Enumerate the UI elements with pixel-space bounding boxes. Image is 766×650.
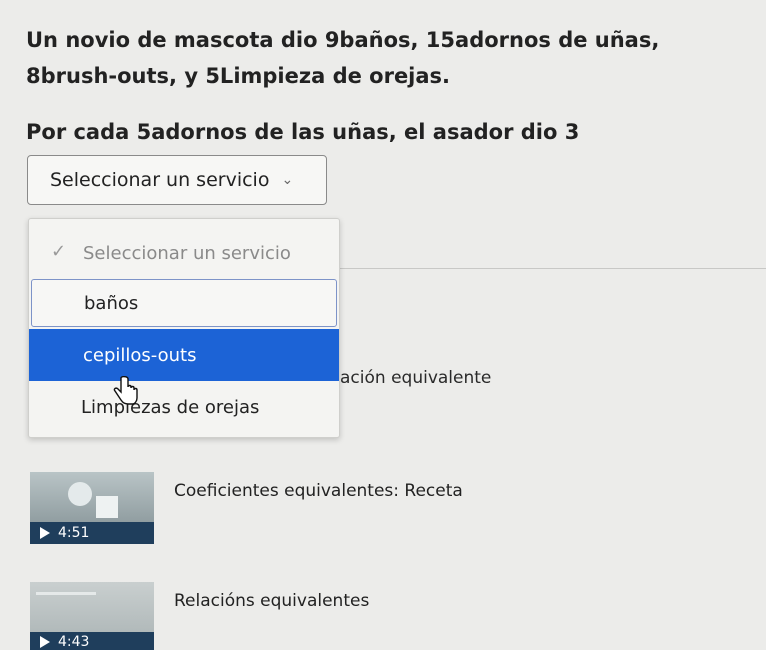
play-icon — [40, 527, 50, 539]
question-prompt: Por cada 5adornos de las uñas, el asador… — [26, 120, 580, 144]
divider — [338, 268, 766, 269]
video-title-link[interactable]: Coeficientes equivalentes: Receta — [174, 481, 463, 501]
equivalent-ratio-label: ación equivalente — [340, 368, 492, 388]
option-cepillos-outs[interactable]: cepillos-outs — [29, 329, 339, 381]
thumbnail-figure — [36, 592, 96, 595]
option-banos[interactable]: baños — [31, 279, 337, 327]
chevron-down-icon: ⌄ — [281, 172, 294, 188]
video-duration: 4:51 — [58, 525, 90, 541]
video-duration: 4:43 — [58, 634, 90, 650]
hand-cursor-icon — [113, 376, 138, 405]
service-select[interactable]: Seleccionar un servicio ⌄ — [27, 155, 327, 205]
video-title-link[interactable]: Relacións equivalentes — [174, 591, 369, 611]
video-duration-bar: 4:51 — [30, 522, 154, 544]
video-thumbnail[interactable]: 4:43 — [30, 582, 154, 650]
check-icon: ✓ — [51, 241, 67, 262]
video-thumbnail[interactable]: 4:51 — [30, 472, 154, 544]
video-duration-bar: 4:43 — [30, 632, 154, 650]
option-placeholder[interactable]: ✓ Seleccionar un servicio — [29, 233, 339, 273]
option-label: baños — [84, 292, 139, 314]
option-label: Seleccionar un servicio — [83, 242, 291, 264]
select-dropdown-menu: ✓ Seleccionar un servicio baños cepillos… — [28, 218, 340, 438]
option-label: cepillos-outs — [83, 344, 197, 366]
thumbnail-figure — [68, 482, 92, 506]
select-value: Seleccionar un servicio — [50, 169, 270, 191]
thumbnail-figure — [96, 496, 118, 518]
option-label: Limpiezas de orejas — [81, 396, 260, 418]
play-icon — [40, 636, 50, 648]
problem-statement: Un novio de mascota dio 9baños, 15adorno… — [26, 28, 660, 88]
option-limpiezas-de-orejas[interactable]: Limpiezas de orejas — [29, 387, 339, 427]
